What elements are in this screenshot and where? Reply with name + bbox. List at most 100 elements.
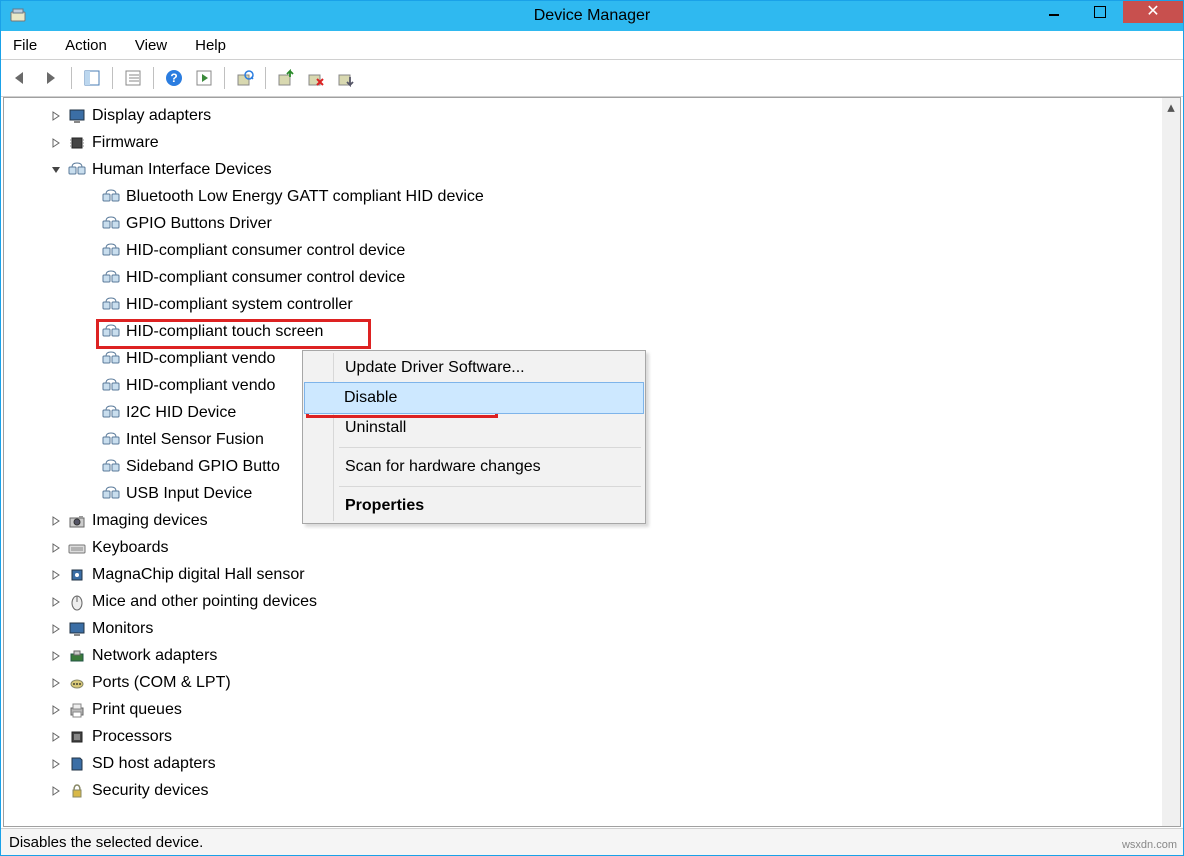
hid-icon	[102, 431, 120, 449]
tree-label: Security devices	[92, 782, 209, 800]
tree-label: SD host adapters	[92, 755, 216, 773]
context-menu-separator	[339, 447, 641, 448]
expand-icon[interactable]	[50, 569, 62, 581]
expand-icon[interactable]	[50, 758, 62, 770]
scan-button[interactable]	[231, 64, 259, 92]
tree-item[interactable]: Monitors	[4, 615, 1162, 642]
back-button[interactable]	[7, 64, 35, 92]
hid-icon	[102, 458, 120, 476]
tree-item[interactable]: HID-compliant consumer control device	[4, 237, 1162, 264]
menu-file[interactable]: File	[13, 37, 37, 54]
tree-item[interactable]: HID-compliant consumer control device	[4, 264, 1162, 291]
ctx-update-driver[interactable]: Update Driver Software...	[305, 353, 643, 383]
show-hide-tree-button[interactable]	[78, 64, 106, 92]
expand-icon[interactable]	[50, 650, 62, 662]
tree-item[interactable]: Security devices	[4, 777, 1162, 804]
tree-item[interactable]: Processors	[4, 723, 1162, 750]
ctx-disable[interactable]: Disable	[304, 382, 644, 414]
tree-label: MagnaChip digital Hall sensor	[92, 566, 305, 584]
tree-label: Monitors	[92, 620, 153, 638]
tree-item[interactable]: Print queues	[4, 696, 1162, 723]
hid-icon	[102, 377, 120, 395]
camera-icon	[68, 512, 86, 530]
menu-view[interactable]: View	[135, 37, 167, 54]
action-button[interactable]	[190, 64, 218, 92]
tree-item[interactable]: GPIO Buttons Driver	[4, 210, 1162, 237]
tree-item-display-adapters[interactable]: Display adapters	[4, 102, 1162, 129]
collapse-icon[interactable]	[50, 164, 62, 176]
tree-item[interactable]: Ports (COM & LPT)	[4, 669, 1162, 696]
expand-icon[interactable]	[50, 110, 62, 122]
maximize-button[interactable]	[1077, 1, 1123, 23]
hid-icon	[102, 188, 120, 206]
hid-icon	[102, 323, 120, 341]
expand-icon[interactable]	[50, 704, 62, 716]
tree-item-hid-category[interactable]: Human Interface Devices	[4, 156, 1162, 183]
minimize-button[interactable]	[1031, 1, 1077, 23]
cpu-icon	[68, 728, 86, 746]
help-button[interactable]: ?	[160, 64, 188, 92]
tree-label: Imaging devices	[92, 512, 208, 530]
tree-label: HID-compliant touch screen	[126, 323, 323, 341]
tree-label: HID-compliant system controller	[126, 296, 353, 314]
toolbar-separator	[265, 67, 266, 89]
update-driver-button[interactable]	[272, 64, 300, 92]
display-icon	[68, 107, 86, 125]
expand-icon[interactable]	[50, 785, 62, 797]
tree-item-hid-touch-screen[interactable]: HID-compliant touch screen	[4, 318, 1162, 345]
hid-icon	[102, 404, 120, 422]
tree-label: Network adapters	[92, 647, 217, 665]
ctx-scan[interactable]: Scan for hardware changes	[305, 452, 643, 482]
menu-help[interactable]: Help	[195, 37, 226, 54]
tree-item-firmware[interactable]: Firmware	[4, 129, 1162, 156]
tree-label: HID-compliant vendo	[126, 350, 275, 368]
monitor-icon	[68, 620, 86, 638]
hid-icon	[102, 215, 120, 233]
tree-label: Sideband GPIO Butto	[126, 458, 280, 476]
tree-label: Processors	[92, 728, 172, 746]
expand-icon[interactable]	[50, 542, 62, 554]
ctx-label: Update Driver Software...	[345, 359, 525, 377]
scroll-up-icon[interactable]: ▴	[1162, 98, 1180, 116]
toolbar-separator	[224, 67, 225, 89]
menu-action[interactable]: Action	[65, 37, 107, 54]
ctx-properties[interactable]: Properties	[305, 491, 643, 521]
forward-button[interactable]	[37, 64, 65, 92]
svg-text:?: ?	[170, 71, 177, 85]
toolbar: ?	[1, 60, 1183, 97]
hid-icon	[68, 161, 86, 179]
tree-label: Display adapters	[92, 107, 211, 125]
expand-icon[interactable]	[50, 137, 62, 149]
vertical-scrollbar[interactable]: ▴	[1162, 98, 1180, 826]
tree-label: Print queues	[92, 701, 182, 719]
tree-label: Firmware	[92, 134, 159, 152]
uninstall-button[interactable]	[302, 64, 330, 92]
tree-label: Mice and other pointing devices	[92, 593, 317, 611]
tree-item[interactable]: Keyboards	[4, 534, 1162, 561]
tree-label: HID-compliant consumer control device	[126, 269, 405, 287]
expand-icon[interactable]	[50, 623, 62, 635]
disable-button[interactable]	[332, 64, 360, 92]
tree-item[interactable]: Network adapters	[4, 642, 1162, 669]
expand-icon[interactable]	[50, 677, 62, 689]
mouse-icon	[68, 593, 86, 611]
ctx-uninstall[interactable]: Uninstall	[305, 413, 643, 443]
expand-icon[interactable]	[50, 731, 62, 743]
properties-button[interactable]	[119, 64, 147, 92]
close-button[interactable]: ✕	[1123, 1, 1183, 23]
context-menu: Update Driver Software... Disable Uninst…	[302, 350, 646, 524]
tree-item[interactable]: MagnaChip digital Hall sensor	[4, 561, 1162, 588]
tree-item[interactable]: Mice and other pointing devices	[4, 588, 1162, 615]
tree-label: I2C HID Device	[126, 404, 236, 422]
expand-icon[interactable]	[50, 515, 62, 527]
content-area: Display adapters Firmware Human Interfac…	[3, 97, 1181, 827]
status-text: Disables the selected device.	[9, 834, 203, 851]
menu-bar: File Action View Help	[1, 31, 1183, 60]
tree-item[interactable]: SD host adapters	[4, 750, 1162, 777]
status-bar: Disables the selected device.	[1, 828, 1183, 855]
expand-icon[interactable]	[50, 596, 62, 608]
toolbar-separator	[153, 67, 154, 89]
sd-icon	[68, 755, 86, 773]
tree-item[interactable]: Bluetooth Low Energy GATT compliant HID …	[4, 183, 1162, 210]
tree-item[interactable]: HID-compliant system controller	[4, 291, 1162, 318]
